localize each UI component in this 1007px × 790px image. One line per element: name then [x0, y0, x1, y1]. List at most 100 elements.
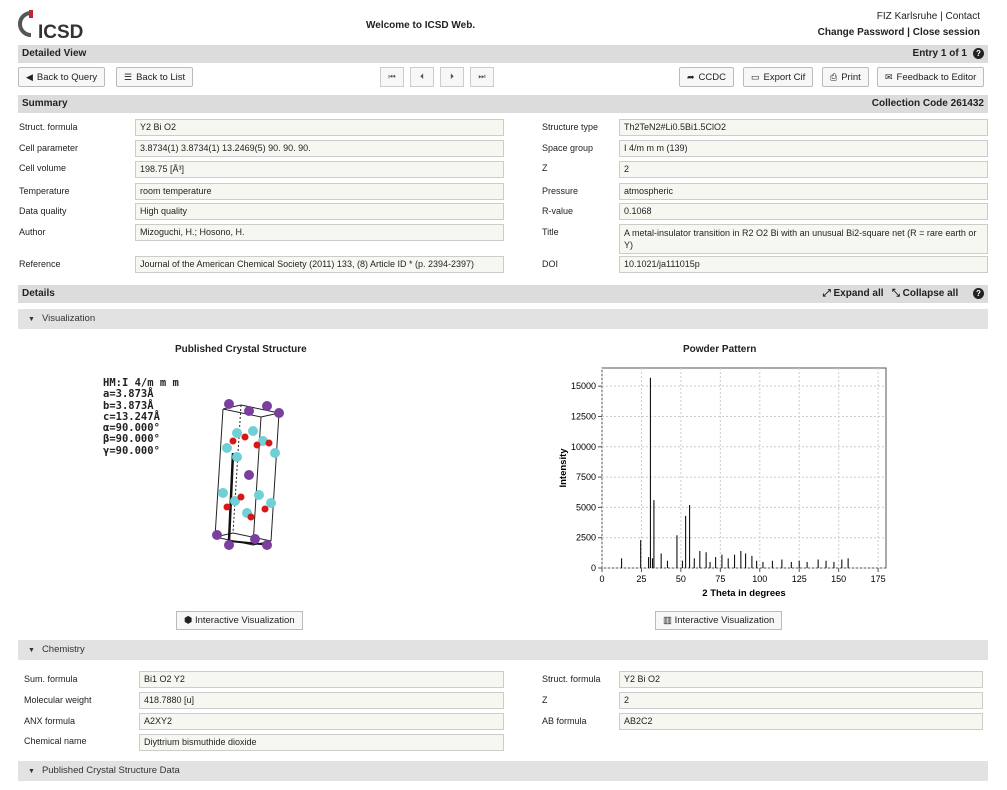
x-tick-label: 125 [792, 574, 807, 584]
chemistry-field: Bi1 O2 Y2 [139, 671, 504, 688]
logo-text: ICSD [38, 22, 83, 41]
entry-count: Entry 1 of 1 [912, 48, 967, 59]
summary-field: Th2TeN2#Li0.5Bi1.5ClO2 [619, 119, 988, 136]
help-icon[interactable]: ? [973, 287, 984, 299]
y-tick-label: 2500 [576, 533, 596, 543]
chemistry-label: Sum. formula [24, 674, 78, 684]
next-entry-button[interactable]: ⏵ [440, 67, 464, 87]
icsd-logo[interactable]: ICSD [18, 9, 88, 43]
chemistry-field: A2XY2 [139, 713, 504, 730]
chemistry-label: Z [542, 695, 548, 705]
close-session-link[interactable]: Close session [913, 27, 980, 38]
ccdc-button[interactable]: ➦ CCDC [679, 67, 734, 87]
summary-title: Summary [22, 98, 68, 109]
x-tick-label: 0 [599, 574, 604, 584]
previous-icon: ⏴ [420, 72, 424, 81]
summary-field: room temperature [135, 183, 504, 200]
published-data-section-header[interactable]: ▼ Published Crystal Structure Data [18, 761, 988, 781]
list-icon: ☰ [124, 72, 133, 82]
crystal-structure-title: Published Crystal Structure [175, 344, 307, 355]
summary-field: 2 [619, 161, 988, 178]
visualization-section-header[interactable]: ▼ Visualization [18, 309, 988, 329]
x-tick-label: 175 [871, 574, 886, 584]
y-axis-label: Intensity [558, 448, 569, 488]
y-tick-label: 12500 [571, 411, 596, 421]
triangle-down-icon: ▼ [28, 316, 35, 323]
y-tick-label: 7500 [576, 472, 596, 482]
x-tick-label: 100 [752, 574, 767, 584]
fiz-link[interactable]: FIZ Karlsruhe [877, 11, 938, 22]
x-tick-label: 50 [676, 574, 686, 584]
help-icon[interactable]: ? [973, 47, 984, 59]
chemistry-field: 418.7880 [u] [139, 692, 504, 709]
welcome-text: Welcome to ICSD Web. [366, 20, 476, 31]
previous-entry-button[interactable]: ⏴ [410, 67, 434, 87]
file-icon: ▭ [751, 72, 760, 82]
back-to-list-button[interactable]: ☰ Back to List [116, 67, 194, 87]
x-tick-label: 150 [831, 574, 846, 584]
next-icon: ⏵ [450, 72, 454, 81]
chemistry-field: AB2C2 [619, 713, 983, 730]
y-tick-label: 0 [591, 563, 596, 573]
envelope-icon: ✉ [885, 72, 893, 82]
feedback-button[interactable]: ✉ Feedback to Editor [877, 67, 985, 87]
summary-label: Temperature [19, 186, 70, 196]
collection-code: Collection Code 261432 [871, 98, 984, 109]
chemistry-label: Struct. formula [542, 674, 601, 684]
summary-label: Data quality [19, 206, 67, 216]
expand-all-link[interactable]: ⤢ Expand all [823, 288, 884, 299]
summary-label: DOI [542, 259, 559, 269]
chemistry-label: Molecular weight [24, 695, 92, 705]
details-title: Details [22, 288, 55, 299]
summary-label: Z [542, 163, 548, 173]
y-tick-label: 15000 [571, 381, 596, 391]
powder-pattern-title: Powder Pattern [683, 344, 757, 355]
collapse-all-link[interactable]: ⤡ Collapse all [892, 288, 958, 299]
param-line: γ=90.000° [103, 444, 160, 457]
first-icon: ⏮ [388, 72, 396, 81]
back-to-query-button[interactable]: ◀ Back to Query [18, 67, 106, 87]
print-icon: ⎙ [830, 72, 838, 82]
print-button[interactable]: ⎙ Print [822, 67, 869, 87]
summary-label: Cell parameter [19, 143, 79, 153]
summary-label: Space group [542, 143, 594, 153]
summary-bar: Summary Collection Code 261432 [18, 95, 988, 113]
summary-label: Cell volume [19, 163, 67, 173]
crystal-structure-image[interactable] [205, 393, 295, 553]
summary-field: 3.8734(1) 3.8734(1) 13.2469(5) 90. 90. 9… [135, 140, 504, 157]
change-password-link[interactable]: Change Password [818, 27, 905, 38]
summary-label: Struct. formula [19, 122, 78, 132]
cell-parameters: HM:I 4/m m m a=3.873Å b=3.873Å c=13.247Å… [103, 377, 179, 457]
summary-label: Author [19, 227, 46, 237]
first-entry-button[interactable]: ⏮ [380, 67, 404, 87]
summary-field: High quality [135, 203, 504, 220]
detailed-view-bar: Detailed View Entry 1 of 1? [18, 45, 988, 63]
detailed-view-title: Detailed View [22, 48, 87, 59]
summary-label: Reference [19, 259, 61, 269]
chemistry-label: AB formula [542, 716, 587, 726]
powder-pattern-chart: 0 25 50 75 100 125 150 175 0 2500 5000 7500 10000 125… [558, 367, 887, 599]
y-tick-label: 5000 [576, 502, 596, 512]
y-tick-label: 10000 [571, 442, 596, 452]
expand-icon: ⤢ [822, 288, 831, 299]
contact-link[interactable]: Contact [946, 11, 980, 22]
share-icon: ➦ [687, 72, 695, 82]
chemistry-field: Y2 Bi O2 [619, 671, 983, 688]
details-bar: Details ⤢ Expand all ⤡ Collapse all ? [18, 285, 988, 303]
interactive-visualization-button[interactable]: ⬢ Interactive Visualization [176, 611, 303, 630]
summary-field: I 4/m m m (139) [619, 140, 988, 157]
summary-field: Y2 Bi O2 [135, 119, 504, 136]
bar-chart-icon: ▥ [663, 615, 672, 626]
summary-field: atmospheric [619, 183, 988, 200]
triangle-down-icon: ▼ [28, 647, 35, 654]
chemistry-section-header[interactable]: ▼ Chemistry [18, 640, 988, 660]
last-entry-button[interactable]: ⏭ [470, 67, 494, 87]
param-line: a=3.873Å [103, 388, 154, 401]
top-links: FIZ Karlsruhe | Contact Change Password … [817, 11, 980, 38]
interactive-visualization-chart-button[interactable]: ▥ Interactive Visualization [655, 611, 783, 630]
export-cif-button[interactable]: ▭ Export Cif [743, 67, 814, 87]
summary-label: Title [542, 227, 559, 237]
summary-field: 10.1021/ja111015p [619, 256, 988, 273]
chemistry-field: 2 [619, 692, 983, 709]
triangle-down-icon: ▼ [28, 768, 35, 775]
